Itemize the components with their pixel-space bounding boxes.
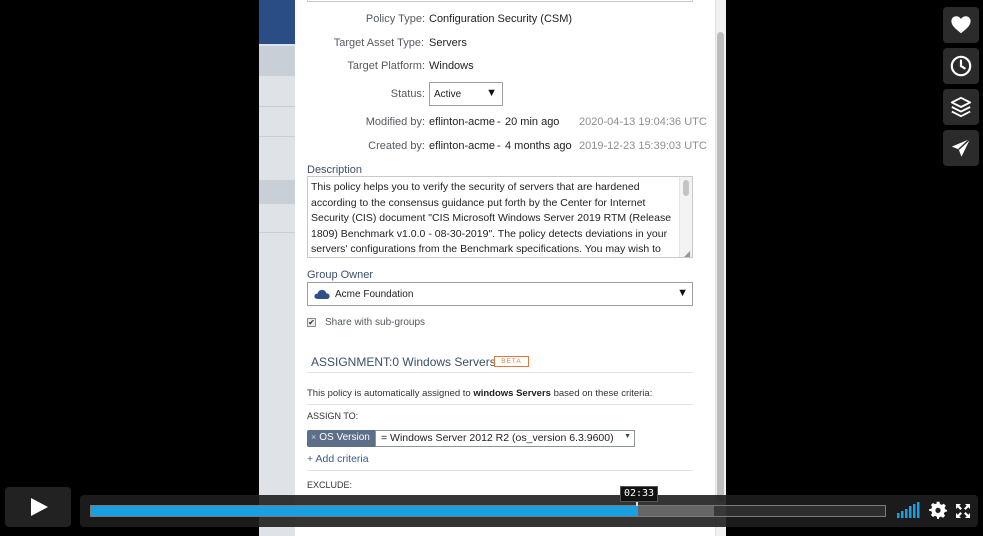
send-icon xyxy=(951,138,971,157)
time-tooltip: 02:33 xyxy=(620,486,658,502)
criteria-value: = Windows Server 2012 R2 (os_version 6.3… xyxy=(381,432,614,444)
policy-type-label: Policy Type: xyxy=(365,13,425,25)
progress-played xyxy=(91,506,638,516)
cloud-icon xyxy=(314,289,330,299)
remove-criteria-icon[interactable]: × xyxy=(311,432,316,442)
divider xyxy=(307,470,693,471)
status-label: Status: xyxy=(390,88,425,100)
layers-icon xyxy=(950,96,972,118)
created-separator: - xyxy=(497,140,501,152)
policy-type-value: Configuration Security (CSM) xyxy=(429,13,573,25)
like-button[interactable] xyxy=(943,7,979,43)
criteria-key-chip[interactable]: × OS Version xyxy=(307,430,375,447)
description-scrollbar-thumb[interactable] xyxy=(683,180,689,196)
status-select[interactable]: Active ▼ xyxy=(429,82,503,106)
panel-scrollbar-thumb[interactable] xyxy=(717,32,724,502)
created-by-label: Created by: xyxy=(368,140,425,152)
assignment-description-bold: windows Servers xyxy=(473,388,551,399)
created-timestamp: 2019-12-23 15:39:03 UTC xyxy=(579,140,707,152)
watch-later-button[interactable] xyxy=(943,48,979,84)
app-header-band xyxy=(259,0,296,44)
heart-icon xyxy=(951,16,971,34)
description-textarea[interactable]: This policy helps you to verify the secu… xyxy=(307,176,693,258)
modified-by-label: Modified by: xyxy=(365,116,425,128)
play-button[interactable] xyxy=(5,487,71,527)
volume-icon[interactable] xyxy=(897,502,921,518)
group-owner-select[interactable]: Acme Foundation ▼ xyxy=(307,282,693,306)
settings-icon[interactable] xyxy=(929,501,947,519)
play-icon xyxy=(31,498,48,516)
app-row-band xyxy=(259,46,296,76)
divider xyxy=(259,106,296,107)
exclude-label: EXCLUDE: xyxy=(307,480,353,490)
assignment-count: 0 Windows Servers xyxy=(392,355,496,369)
caret-down-icon: ▼ xyxy=(677,287,688,299)
assignment-description-pre: This policy is automatically assigned to xyxy=(307,388,474,399)
share-subgroups-checkbox[interactable]: ✔ xyxy=(307,318,316,327)
criteria-value-select[interactable]: = Windows Server 2012 R2 (os_version 6.3… xyxy=(375,430,635,447)
criteria-key: OS Version xyxy=(319,432,370,443)
target-platform-value: Windows xyxy=(429,60,474,72)
target-platform-label: Target Platform: xyxy=(347,60,425,72)
description-text: This policy helps you to verify the secu… xyxy=(311,181,672,255)
caret-down-icon: ▼ xyxy=(624,433,631,440)
description-label: Description xyxy=(307,164,363,176)
group-owner-value: Acme Foundation xyxy=(335,289,414,300)
caret-down-icon: ▼ xyxy=(486,87,497,99)
name-field[interactable] xyxy=(307,0,693,2)
target-asset-type-label: Target Asset Type: xyxy=(333,37,424,49)
description-scrollbar[interactable] xyxy=(679,177,692,257)
modified-by-user: eflinton-acme xyxy=(429,116,496,128)
app-row-band xyxy=(259,180,296,204)
app-left-column xyxy=(259,0,296,536)
collections-button[interactable] xyxy=(943,89,979,125)
assignment-description-post: based on these criteria: xyxy=(550,388,653,399)
created-by-user: eflinton-acme xyxy=(429,140,496,152)
add-criteria-link[interactable]: + Add criteria xyxy=(307,453,369,465)
share-button[interactable] xyxy=(943,130,979,166)
assignment-title: ASSIGNMENT:0 Windows Servers xyxy=(311,355,496,369)
divider xyxy=(307,372,693,373)
tooltip-pointer xyxy=(636,502,638,506)
target-asset-type-value: Servers xyxy=(429,37,467,49)
modified-separator: - xyxy=(497,116,501,128)
status-value: Active xyxy=(434,89,462,100)
resize-handle-icon[interactable]: ◢ xyxy=(684,249,690,258)
clock-icon xyxy=(950,55,972,77)
group-owner-label: Group Owner xyxy=(307,269,374,281)
divider xyxy=(307,404,693,405)
assignment-title-prefix: ASSIGNMENT: xyxy=(311,355,393,369)
assignment-description: This policy is automatically assigned to… xyxy=(307,388,652,399)
share-subgroups-label: Share with sub-groups xyxy=(325,317,426,328)
assign-to-label: ASSIGN TO: xyxy=(307,411,359,421)
modified-ago: 20 min ago xyxy=(505,116,560,128)
divider xyxy=(259,136,296,137)
created-ago: 4 months ago xyxy=(505,140,572,152)
beta-badge: BETA xyxy=(494,356,529,367)
divider xyxy=(259,232,296,233)
fullscreen-icon[interactable] xyxy=(955,503,971,519)
modified-timestamp: 2020-04-13 19:04:36 UTC xyxy=(579,116,707,128)
